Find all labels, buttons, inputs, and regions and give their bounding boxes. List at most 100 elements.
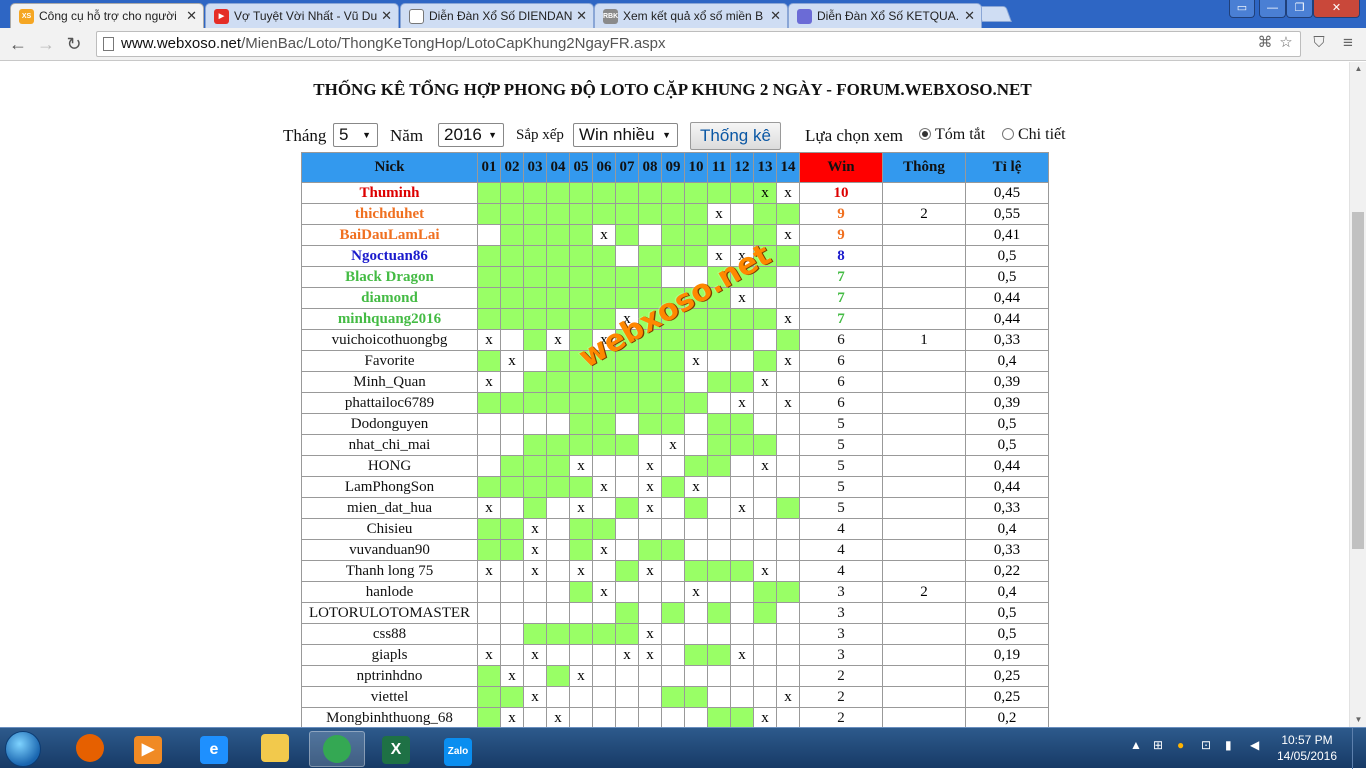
vertical-scrollbar[interactable]: ▲ ▼ [1349, 62, 1366, 727]
day-cell [592, 182, 616, 204]
sort-select[interactable]: Win nhiều ▼ [573, 123, 678, 147]
view-summary-radio[interactable] [919, 128, 931, 140]
row-nick[interactable]: diamond [301, 287, 478, 309]
scrollbar-thumb[interactable] [1352, 212, 1364, 549]
table-header-row: Nick 01 02 03 04 05 06 07 08 09 10 11 12 13 14 Win Thông… [301, 152, 1049, 183]
internet-explorer-taskbar-icon[interactable]: e [186, 731, 242, 767]
row-nick[interactable]: Thanh long 75 [301, 560, 478, 582]
row-nick[interactable]: Thuminh [301, 182, 478, 204]
browser-tab-1[interactable]: XS Công cụ hỗ trợ cho người ✕ [10, 3, 204, 28]
tab-close-icon[interactable]: ✕ [576, 8, 587, 24]
row-nick[interactable]: nptrinhdno [301, 665, 478, 687]
url-input[interactable]: www.webxoso.net/MienBac/Loto/ThongKeTong… [96, 31, 1301, 57]
submit-stats-button[interactable]: Thống kê [690, 122, 781, 150]
dropdown-arrow-icon: ▼ [488, 130, 497, 140]
minimize-button[interactable]: — [1259, 0, 1286, 18]
row-ratio: 0,41 [965, 224, 1049, 246]
row-nick[interactable]: minhquang2016 [301, 308, 478, 330]
day-cell: x [638, 476, 662, 498]
user-button[interactable]: ▭ [1229, 0, 1255, 18]
day-cell: x [592, 581, 616, 603]
row-thong [882, 266, 966, 288]
day-cell [707, 707, 731, 727]
row-nick[interactable]: LamPhongSon [301, 476, 478, 498]
tab-close-icon[interactable]: ✕ [381, 8, 392, 24]
year-select[interactable]: 2016 ▼ [438, 123, 504, 147]
view-detail-label[interactable]: Chi tiết [1018, 126, 1066, 144]
day-cell [661, 203, 685, 225]
row-nick[interactable]: mien_dat_hua [301, 497, 478, 519]
day-cell [500, 266, 524, 288]
row-nick[interactable]: vuvanduan90 [301, 539, 478, 561]
system-clock[interactable]: 10:57 PM 14/05/2016 [1276, 732, 1338, 764]
tab-close-icon[interactable]: ✕ [770, 8, 781, 24]
firefox-taskbar-icon[interactable] [62, 731, 118, 767]
row-nick[interactable]: Favorite [301, 350, 478, 372]
day-cell [684, 518, 708, 540]
tray-arrow-icon[interactable]: ▲ [1130, 738, 1142, 752]
month-select[interactable]: 5 ▼ [333, 123, 378, 147]
bookmark-star-icon[interactable]: ☆ [1274, 31, 1298, 55]
tray-app-icon[interactable]: ● [1177, 738, 1184, 752]
row-nick[interactable]: phattailoc6789 [301, 392, 478, 414]
tray-volume-icon[interactable]: ◀ [1250, 738, 1259, 752]
row-nick[interactable]: viettel [301, 686, 478, 708]
restore-button[interactable]: ❐ [1286, 0, 1313, 18]
scroll-up-icon[interactable]: ▲ [1350, 62, 1366, 76]
row-nick[interactable]: vuichoicothuongbg [301, 329, 478, 351]
row-thong [882, 518, 966, 540]
row-nick[interactable]: BaiDauLamLai [301, 224, 478, 246]
media-player-taskbar-icon[interactable]: ▶ [120, 731, 176, 767]
tray-windows-icon[interactable]: ⊞ [1153, 738, 1163, 752]
file-explorer-taskbar-icon[interactable] [247, 731, 303, 767]
row-nick[interactable]: HONG [301, 455, 478, 477]
zalo-taskbar-icon[interactable]: Zalo [430, 731, 486, 767]
back-icon[interactable]: ← [6, 32, 30, 56]
row-ratio: 0,5 [965, 602, 1049, 624]
menu-icon[interactable]: ≡ [1336, 31, 1360, 55]
day-cell [684, 308, 708, 330]
day-cell [776, 602, 800, 624]
row-nick[interactable]: Black Dragon [301, 266, 478, 288]
browser-tab-4[interactable]: RBK Xem kết quả xổ số miền B ✕ [594, 3, 788, 28]
row-nick[interactable]: css88 [301, 623, 478, 645]
row-nick[interactable]: Mongbinhthuong_68 [301, 707, 478, 727]
browser-tab-3[interactable]: Diễn Đàn Xổ Số DIENDAN ✕ [400, 3, 594, 28]
tray-network-icon[interactable]: ⊡ [1201, 738, 1211, 752]
day-cell [546, 371, 570, 393]
shield-extension-icon[interactable]: ⛉ [1307, 31, 1331, 55]
row-nick[interactable]: LOTORULOTOMASTER [301, 602, 478, 624]
row-nick[interactable]: Minh_Quan [301, 371, 478, 393]
table-row: LamPhongSon x x x 5 0,44 [301, 476, 1049, 498]
row-nick[interactable]: hanlode [301, 581, 478, 603]
forward-icon[interactable]: → [34, 32, 58, 56]
tab-close-icon[interactable]: ✕ [186, 8, 197, 24]
show-desktop-button[interactable] [1352, 728, 1366, 769]
table-row: vuichoicothuongbg x x x 6 1 0,33 [301, 329, 1049, 351]
scroll-down-icon[interactable]: ▼ [1350, 713, 1366, 727]
day-cell [707, 665, 731, 687]
day-cell [546, 476, 570, 498]
browser-tab-2[interactable]: ▶ Vợ Tuyệt Vời Nhất - Vũ Du ✕ [205, 3, 399, 28]
table-row: phattailoc6789 x x 6 0,39 [301, 392, 1049, 414]
view-summary-label[interactable]: Tóm tắt [935, 126, 985, 144]
row-nick[interactable]: nhat_chi_mai [301, 434, 478, 456]
day-cell [500, 497, 524, 519]
chrome-taskbar-icon[interactable] [309, 731, 365, 767]
tray-signal-icon[interactable]: ▮ [1225, 738, 1232, 752]
header-day: 03 [523, 152, 547, 183]
row-nick[interactable]: giapls [301, 644, 478, 666]
start-button[interactable] [5, 731, 41, 767]
row-nick[interactable]: Chisieu [301, 518, 478, 540]
reload-icon[interactable]: ↻ [62, 32, 86, 56]
header-day: 06 [592, 152, 616, 183]
row-nick[interactable]: Dodonguyen [301, 413, 478, 435]
browser-tab-5[interactable]: Diễn Đàn Xổ Số KETQUA. ✕ [788, 3, 982, 28]
day-cell [753, 392, 777, 414]
close-window-button[interactable]: ✕ [1313, 0, 1360, 18]
row-nick[interactable]: Ngoctuan86 [301, 245, 478, 267]
excel-taskbar-icon[interactable]: X [368, 731, 424, 767]
tab-close-icon[interactable]: ✕ [964, 8, 975, 24]
row-nick[interactable]: thichduhet [301, 203, 478, 225]
view-detail-radio[interactable] [1002, 128, 1014, 140]
